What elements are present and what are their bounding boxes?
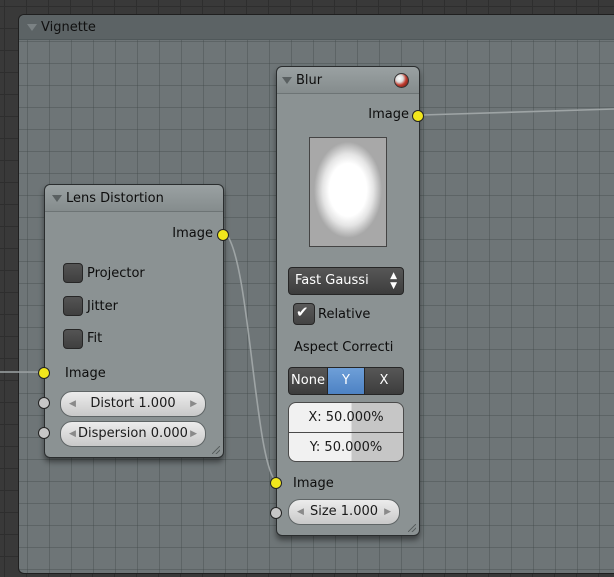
collapse-triangle-icon[interactable] — [52, 195, 62, 202]
decrement-arrow-icon[interactable]: ◀ — [69, 422, 76, 446]
increment-arrow-icon[interactable]: ▶ — [190, 422, 197, 446]
projector-label: Projector — [87, 266, 145, 281]
relative-label: Relative — [318, 307, 371, 322]
resize-grip-icon[interactable] — [212, 446, 220, 454]
jitter-label: Jitter — [87, 299, 118, 314]
y-factor-field[interactable]: Y: 50.000% — [289, 432, 403, 461]
increment-arrow-icon[interactable]: ▶ — [190, 392, 197, 416]
up-down-arrows-icon: ▲ ▼ — [390, 271, 397, 291]
input-label: Image — [65, 366, 106, 381]
aspect-x-button[interactable]: X — [364, 367, 404, 395]
size-value: Size 1.000 — [309, 504, 379, 519]
preview-toggle-icon[interactable] — [394, 73, 409, 88]
lens-distortion-input-socket[interactable] — [38, 367, 50, 379]
lens-distortion-output-socket[interactable] — [217, 229, 229, 241]
fit-checkbox[interactable] — [63, 329, 83, 349]
aspect-none-button[interactable]: None — [288, 367, 328, 395]
blur-output-socket[interactable] — [412, 110, 424, 122]
node-title: Lens Distortion — [66, 191, 164, 206]
xy-factor-fields[interactable]: X: 50.000% Y: 50.000% — [288, 402, 404, 462]
blur-size-input-socket[interactable] — [270, 507, 282, 519]
distort-input-socket[interactable] — [38, 397, 50, 409]
projector-checkbox[interactable] — [63, 263, 83, 283]
decrement-arrow-icon[interactable]: ◀ — [297, 500, 304, 524]
aspect-correction-label: Aspect Correcti — [294, 340, 394, 355]
checkmark-icon: ✔ — [296, 303, 309, 321]
filter-type-select[interactable]: Fast Gaussi ▲ ▼ — [288, 267, 404, 295]
blur-image-input-socket[interactable] — [270, 477, 282, 489]
blur-node[interactable]: Blur Image Fast Gaussi ▲ ▼ ✔ Relative Asp… — [276, 66, 420, 536]
jitter-checkbox[interactable] — [63, 296, 83, 316]
input-label: Image — [293, 476, 334, 491]
resize-grip-icon[interactable] — [408, 524, 416, 532]
aspect-y-button[interactable]: Y — [327, 367, 365, 395]
increment-arrow-icon[interactable]: ▶ — [384, 500, 391, 524]
distort-value: Distort 1.000 — [90, 396, 176, 411]
size-field[interactable]: ◀ Size 1.000 ▶ — [288, 499, 400, 525]
filter-type-value: Fast Gaussi — [295, 273, 369, 288]
dispersion-input-socket[interactable] — [38, 427, 50, 439]
dispersion-value: Dispersion 0.000 — [78, 426, 188, 441]
x-factor-field[interactable]: X: 50.000% — [289, 403, 403, 432]
node-title: Blur — [296, 73, 323, 88]
output-label: Image — [172, 226, 213, 241]
blur-preview-image — [309, 137, 387, 247]
frame-collapse-icon[interactable] — [27, 24, 37, 31]
frame-title: Vignette — [41, 20, 96, 35]
fit-label: Fit — [87, 331, 103, 346]
collapse-triangle-icon[interactable] — [282, 77, 292, 84]
output-label: Image — [368, 107, 409, 122]
frame-header[interactable]: Vignette — [19, 15, 614, 40]
decrement-arrow-icon[interactable]: ◀ — [69, 392, 76, 416]
lens-distortion-node[interactable]: Lens Distortion Image Projector Jitter F… — [44, 184, 224, 458]
relative-checkbox[interactable]: ✔ — [293, 303, 315, 325]
node-editor-canvas[interactable]: Vignette Lens Distortion Image Projector… — [0, 0, 614, 577]
blur-header[interactable]: Blur — [277, 67, 419, 94]
dispersion-field[interactable]: ◀ Dispersion 0.000 ▶ — [60, 421, 206, 447]
lens-distortion-header[interactable]: Lens Distortion — [45, 185, 223, 212]
distort-field[interactable]: ◀ Distort 1.000 ▶ — [60, 391, 206, 417]
